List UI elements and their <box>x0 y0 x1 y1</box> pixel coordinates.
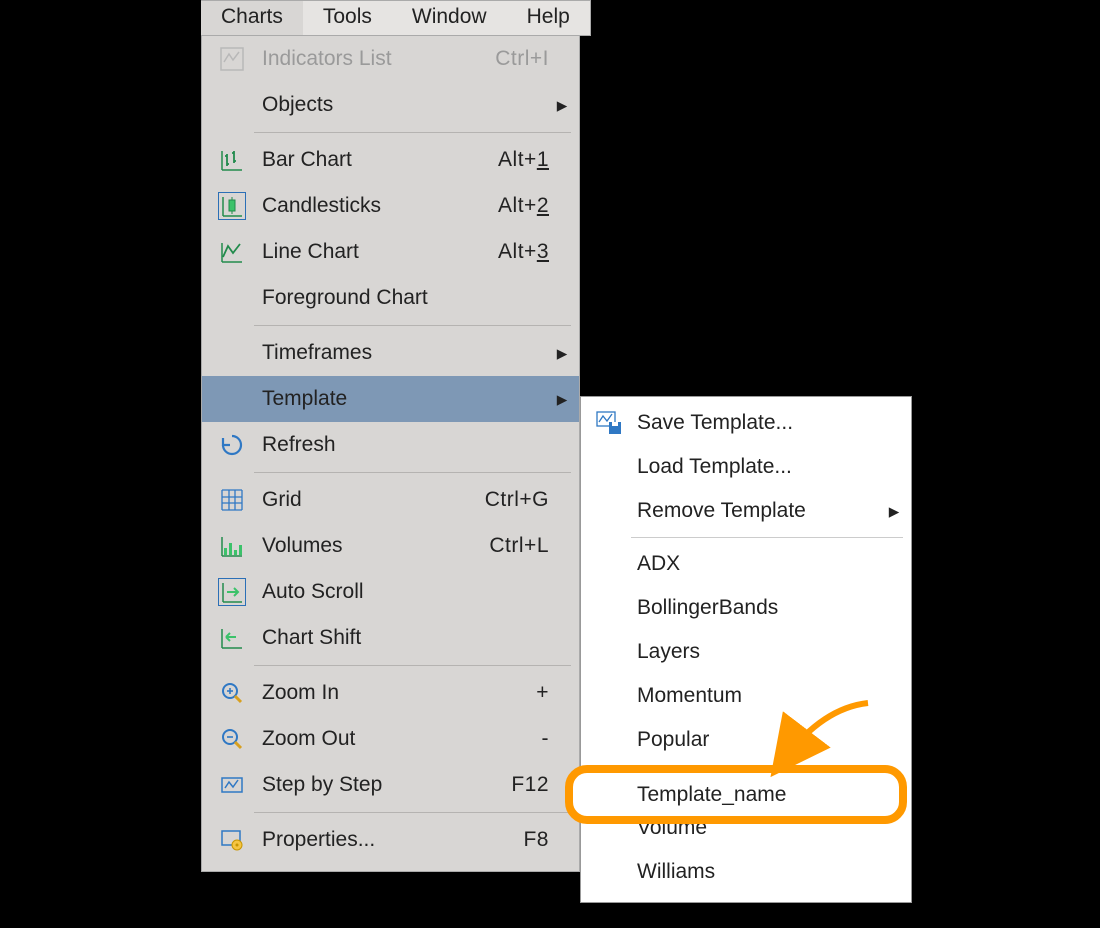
auto-scroll-icon <box>202 578 262 606</box>
submenu-item-label: ADX <box>637 552 887 576</box>
menu-item-shortcut: Ctrl+G <box>485 488 555 512</box>
submenu-template-williams[interactable]: Williams <box>581 850 911 894</box>
menu-separator <box>254 325 571 326</box>
menu-indicators-list: Indicators List Ctrl+I <box>202 36 579 82</box>
volumes-icon <box>202 533 262 559</box>
submenu-template-bollingerbands[interactable]: BollingerBands <box>581 586 911 630</box>
submenu-item-label: Load Template... <box>637 455 887 479</box>
chart-shift-icon <box>202 625 262 651</box>
menu-properties[interactable]: Properties... F8 <box>202 817 579 863</box>
menu-item-label: Candlesticks <box>262 194 498 218</box>
menu-grid[interactable]: Grid Ctrl+G <box>202 477 579 523</box>
submenu-item-label: Save Template... <box>637 411 887 435</box>
annotation-highlight-box: Template_name <box>565 765 907 824</box>
menu-item-label: Grid <box>262 488 485 512</box>
menu-zoom-out[interactable]: Zoom Out - <box>202 716 579 762</box>
submenu-arrow-icon: ▸ <box>555 341 569 366</box>
step-by-step-icon <box>202 772 262 798</box>
save-template-icon <box>581 410 637 436</box>
menu-item-shortcut: + <box>536 681 555 705</box>
menu-separator <box>254 472 571 473</box>
menu-chart-shift[interactable]: Chart Shift <box>202 615 579 661</box>
menu-item-label: Objects <box>262 93 555 117</box>
menu-item-shortcut: Ctrl+I <box>495 47 555 71</box>
submenu-item-label: BollingerBands <box>637 596 887 620</box>
indicators-icon <box>202 46 262 72</box>
menu-item-label: Volumes <box>262 534 489 558</box>
submenu-arrow-icon: ▸ <box>555 93 569 118</box>
menu-line-chart[interactable]: Line Chart Alt+3 <box>202 229 579 275</box>
menu-item-label: Template <box>262 387 555 411</box>
menu-item-shortcut: F12 <box>511 773 555 797</box>
submenu-template-momentum[interactable]: Momentum <box>581 674 911 718</box>
menu-separator <box>254 812 571 813</box>
submenu-item-label: Layers <box>637 640 887 664</box>
menubar-item-charts[interactable]: Charts <box>201 1 303 35</box>
menubar-item-window[interactable]: Window <box>392 1 507 35</box>
menu-timeframes[interactable]: Timeframes ▸ <box>202 330 579 376</box>
bar-chart-icon <box>202 147 262 173</box>
menu-item-label: Auto Scroll <box>262 580 555 604</box>
menu-zoom-in[interactable]: Zoom In + <box>202 670 579 716</box>
menu-step-by-step[interactable]: Step by Step F12 <box>202 762 579 808</box>
menu-separator <box>254 665 571 666</box>
menu-item-label: Zoom In <box>262 681 536 705</box>
grid-icon <box>202 487 262 513</box>
menu-item-label: Timeframes <box>262 341 555 365</box>
menu-item-shortcut: Ctrl+L <box>489 534 555 558</box>
menu-objects[interactable]: Objects ▸ <box>202 82 579 128</box>
menubar-item-tools[interactable]: Tools <box>303 1 392 35</box>
charts-dropdown: Indicators List Ctrl+I Objects ▸ Bar Cha… <box>201 36 580 872</box>
menu-item-shortcut: Alt+3 <box>498 240 555 264</box>
zoom-in-icon <box>202 680 262 706</box>
menu-foreground-chart[interactable]: Foreground Chart <box>202 275 579 321</box>
menu-item-label: Bar Chart <box>262 148 498 172</box>
menu-item-label: Foreground Chart <box>262 286 555 310</box>
submenu-load-template[interactable]: Load Template... <box>581 445 911 489</box>
candlesticks-icon <box>202 192 262 220</box>
annotation-highlight-label: Template_name <box>637 783 786 807</box>
menu-item-label: Indicators List <box>262 47 495 71</box>
submenu-separator <box>631 537 903 538</box>
zoom-out-icon <box>202 726 262 752</box>
menu-item-shortcut: F8 <box>523 828 555 852</box>
menu-volumes[interactable]: Volumes Ctrl+L <box>202 523 579 569</box>
submenu-item-label: Popular <box>637 728 887 752</box>
menu-item-label: Step by Step <box>262 773 511 797</box>
submenu-remove-template[interactable]: Remove Template ▸ <box>581 489 911 533</box>
submenu-template-layers[interactable]: Layers <box>581 630 911 674</box>
menu-refresh[interactable]: Refresh <box>202 422 579 468</box>
submenu-item-label: Momentum <box>637 684 887 708</box>
menu-item-label: Refresh <box>262 433 555 457</box>
menu-item-shortcut: Alt+2 <box>498 194 555 218</box>
refresh-icon <box>202 432 262 458</box>
menu-separator <box>254 132 571 133</box>
template-submenu: Save Template... Load Template... Remove… <box>580 396 912 903</box>
submenu-save-template[interactable]: Save Template... <box>581 401 911 445</box>
properties-icon <box>202 827 262 853</box>
submenu-template-adx[interactable]: ADX <box>581 542 911 586</box>
submenu-item-label: Williams <box>637 860 887 884</box>
menu-template[interactable]: Template ▸ <box>202 376 579 422</box>
menu-candlesticks[interactable]: Candlesticks Alt+2 <box>202 183 579 229</box>
menu-item-label: Chart Shift <box>262 626 555 650</box>
submenu-arrow-icon: ▸ <box>887 499 901 524</box>
submenu-arrow-icon: ▸ <box>555 387 569 412</box>
menubar: Charts Tools Window Help <box>201 0 591 36</box>
menu-item-label: Zoom Out <box>262 727 542 751</box>
menu-item-label: Line Chart <box>262 240 498 264</box>
menu-item-shortcut: Alt+1 <box>498 148 555 172</box>
menu-item-label: Properties... <box>262 828 523 852</box>
submenu-template-popular[interactable]: Popular <box>581 718 911 762</box>
menu-item-shortcut: - <box>542 727 556 751</box>
line-chart-icon <box>202 239 262 265</box>
submenu-item-label: Remove Template <box>637 499 887 523</box>
menu-auto-scroll[interactable]: Auto Scroll <box>202 569 579 615</box>
menubar-item-help[interactable]: Help <box>507 1 590 35</box>
menu-bar-chart[interactable]: Bar Chart Alt+1 <box>202 137 579 183</box>
